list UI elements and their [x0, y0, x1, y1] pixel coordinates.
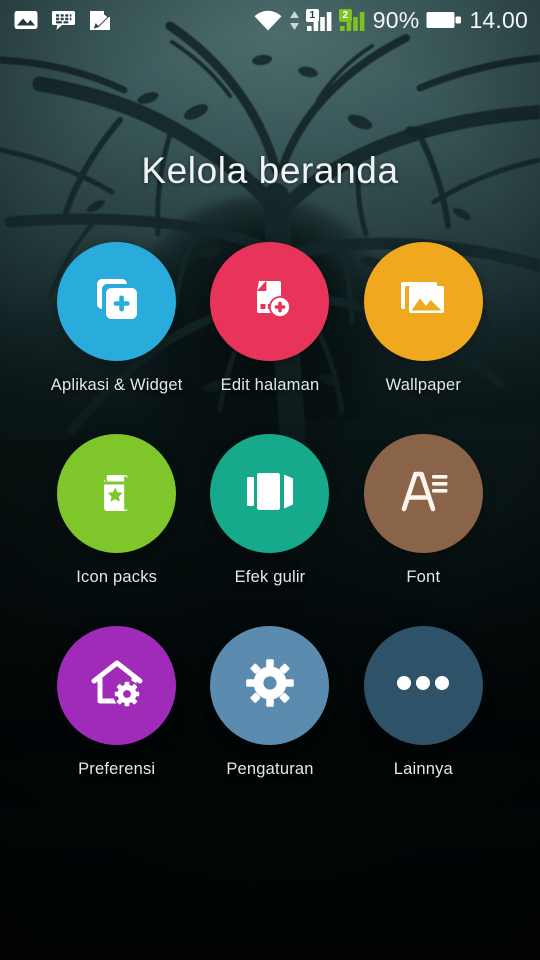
- wallpaper-bubble[interactable]: [363, 242, 483, 361]
- options-grid: Aplikasi & Widget Edit halaman Wallpaper…: [40, 242, 500, 779]
- icon-pack-star-icon: [91, 464, 143, 523]
- grid-item-label: Pengaturan: [226, 760, 314, 778]
- grid-item-more[interactable]: Lainnya: [347, 626, 500, 779]
- grid-item-label: Wallpaper: [385, 376, 462, 394]
- font-bubble[interactable]: [363, 434, 483, 553]
- photo-notification-icon: [14, 10, 38, 30]
- sim2-badge: 2: [338, 8, 352, 22]
- bbm-message-icon: [52, 10, 75, 31]
- status-bar-indicators: 1 2 90% 14.00: [254, 6, 528, 33]
- home-gear-icon: [88, 657, 146, 714]
- grid-item-settings[interactable]: Pengaturan: [193, 626, 346, 779]
- data-up-down-arrows-icon: [289, 10, 300, 31]
- font-a-lines-icon: [395, 466, 451, 521]
- clock-label: 14.00: [469, 6, 528, 33]
- note-pen-icon: [89, 10, 111, 31]
- grid-item-label: Icon packs: [76, 568, 158, 586]
- preferences-bubble[interactable]: [57, 626, 177, 745]
- grid-item-label: Efek gulir: [234, 568, 306, 586]
- grid-item-label: Lainnya: [393, 760, 453, 778]
- scroll-effect-icon: [241, 467, 299, 520]
- scroll-effect-bubble[interactable]: [210, 434, 330, 553]
- grid-item-scroll-effect[interactable]: Efek gulir: [193, 434, 346, 587]
- status-bar[interactable]: 1 2 90% 14.00: [0, 0, 540, 40]
- wifi-icon: [254, 10, 282, 31]
- more-bubble[interactable]: [363, 626, 483, 745]
- grid-item-label: Preferensi: [78, 760, 156, 778]
- grid-item-label: Edit halaman: [220, 376, 320, 394]
- photos-stack-icon: [395, 273, 451, 330]
- battery-percent-label: 90%: [372, 6, 420, 33]
- edit-page-bubble[interactable]: [210, 242, 330, 361]
- grid-item-wallpaper[interactable]: Wallpaper: [347, 242, 500, 395]
- icon-packs-bubble[interactable]: [57, 434, 177, 553]
- more-dots-icon: [395, 674, 451, 697]
- status-bar-notifications: [14, 10, 111, 31]
- settings-bubble[interactable]: [210, 626, 330, 745]
- battery-icon: [426, 10, 462, 30]
- manage-home-screen: Kelola beranda Aplikasi & Widget Edit ha…: [0, 0, 540, 960]
- grid-item-label: Font: [406, 568, 441, 586]
- page-title: Kelola beranda: [141, 150, 399, 191]
- gear-icon: [243, 656, 297, 715]
- sim1-badge: 1: [305, 8, 319, 22]
- grid-item-preferences[interactable]: Preferensi: [40, 626, 193, 779]
- add-page-icon: [243, 272, 297, 331]
- grid-item-apps-widgets[interactable]: Aplikasi & Widget: [40, 242, 193, 395]
- add-apps-widgets-icon: [89, 271, 145, 332]
- grid-item-label: Aplikasi & Widget: [50, 376, 183, 394]
- apps-widgets-bubble[interactable]: [57, 242, 177, 361]
- grid-item-edit-page[interactable]: Edit halaman: [193, 242, 346, 395]
- grid-item-icon-packs[interactable]: Icon packs: [40, 434, 193, 587]
- sim2-signal-icon: 2: [338, 8, 366, 31]
- sim1-signal-icon: 1: [305, 8, 333, 31]
- grid-item-font[interactable]: Font: [347, 434, 500, 587]
